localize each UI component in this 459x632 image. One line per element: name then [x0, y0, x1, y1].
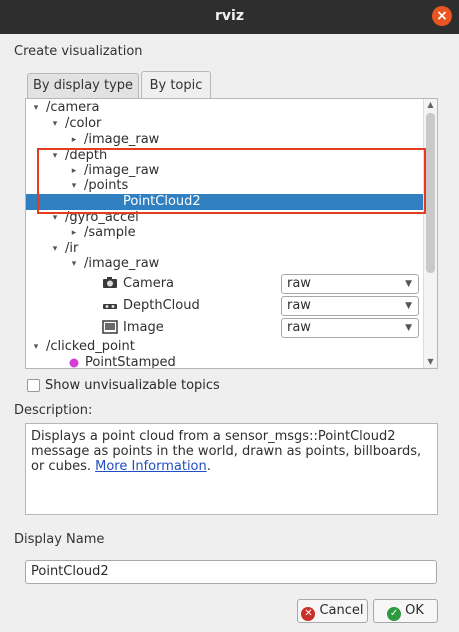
description-text: Displays a point cloud from a sensor_msg… [31, 429, 422, 474]
display-name-input[interactable]: PointCloud2 [25, 560, 437, 584]
tree-row-depth-image-raw[interactable]: ▸ /image_raw [26, 163, 423, 179]
cancel-label: Cancel [319, 603, 364, 618]
expand-arrow-icon[interactable]: ▾ [50, 241, 60, 257]
window-title: rviz [215, 8, 244, 24]
tree-row-label: PointCloud2 [123, 194, 201, 209]
collapsed-arrow-icon[interactable]: ▸ [69, 163, 79, 179]
tree-row-label: Image [123, 320, 164, 335]
ok-button[interactable]: ✓ OK [373, 599, 438, 623]
title-bar[interactable]: rviz × [0, 0, 459, 34]
image-icon [102, 320, 118, 334]
chevron-down-icon: ▼ [405, 323, 412, 333]
tree-row-label: /points [84, 178, 129, 193]
cancel-button[interactable]: ✕ Cancel [297, 599, 368, 623]
tree-row-color-image-raw[interactable]: ▸ /image_raw [26, 132, 423, 148]
description-box: Displays a point cloud from a sensor_msg… [25, 423, 438, 515]
tree-row-color[interactable]: ▾ /color [26, 116, 423, 132]
tree-scrollbar[interactable]: ▲ ▼ [423, 99, 437, 368]
close-icon[interactable]: × [432, 6, 452, 26]
expand-arrow-icon[interactable]: ▾ [69, 178, 79, 194]
dialog-window: rviz × Create visualization By display t… [0, 0, 459, 632]
tree-row-ir-image-raw[interactable]: ▾ /image_raw [26, 256, 423, 272]
tree-row-image-display[interactable]: Image raw ▼ [26, 318, 423, 338]
tree-row-label: /color [65, 116, 102, 131]
description-label: Description: [14, 403, 93, 418]
link-more[interactable]: More [95, 459, 127, 474]
tree-row-label: /ir [65, 241, 79, 256]
tab-by-topic[interactable]: By topic [141, 71, 211, 99]
tree-row-label: /image_raw [84, 256, 160, 271]
tree-row-ir[interactable]: ▾ /ir [26, 241, 423, 257]
display-name-label: Display Name [14, 532, 105, 547]
tree-row-clicked-point[interactable]: ▾ /clicked_point [26, 339, 423, 355]
image-transport-select[interactable]: raw ▼ [281, 318, 419, 338]
more-information-link[interactable]: More Information [95, 459, 207, 474]
tree-row-label: /image_raw [84, 163, 160, 178]
tree-row-label: /clicked_point [46, 339, 135, 354]
tree-row-label: Camera [123, 276, 175, 291]
tree-row-camera-display[interactable]: Camera raw ▼ [26, 274, 423, 294]
create-visualization-label: Create visualization [14, 44, 143, 59]
scroll-down-icon[interactable]: ▼ [424, 356, 437, 368]
topic-tree[interactable]: ▾ /camera ▾ /color ▸ /image_raw ▾ /depth… [25, 98, 438, 369]
expand-arrow-icon[interactable]: ▾ [50, 148, 60, 164]
select-value: raw [287, 298, 311, 313]
link-information[interactable]: Information [132, 459, 207, 474]
ok-label: OK [405, 603, 424, 618]
tree-row-sample[interactable]: ▸ /sample [26, 225, 423, 241]
depthcloud-icon [103, 304, 117, 309]
scroll-up-icon[interactable]: ▲ [424, 99, 437, 111]
cancel-icon: ✕ [301, 607, 316, 621]
select-value: raw [287, 276, 311, 291]
tree-row-label: /depth [65, 148, 108, 163]
camera-icon [103, 277, 117, 288]
description-suffix: . [206, 459, 211, 474]
tree-row-label: /image_raw [84, 132, 160, 147]
point-stamped-icon [69, 358, 79, 368]
tab-by-display-type[interactable]: By display type [27, 73, 139, 99]
tree-row-label: /camera [46, 100, 100, 115]
tree-row-pointcloud2[interactable]: PointCloud2 [26, 194, 423, 210]
tree-row-label: PointStamped [85, 355, 176, 369]
tree-row-label: /gyro_accel [65, 210, 139, 225]
expand-arrow-icon[interactable]: ▾ [31, 100, 41, 116]
camera-transport-select[interactable]: raw ▼ [281, 274, 419, 294]
collapsed-arrow-icon[interactable]: ▸ [69, 132, 79, 148]
depthcloud-transport-select[interactable]: raw ▼ [281, 296, 419, 316]
expand-arrow-icon[interactable]: ▾ [69, 256, 79, 272]
tree-row-camera[interactable]: ▾ /camera [26, 100, 423, 116]
tree-row-pointstamped[interactable]: PointStamped [26, 355, 423, 369]
scrollbar-thumb[interactable] [426, 113, 435, 273]
tree-row-gyro-accel[interactable]: ▾ /gyro_accel [26, 210, 423, 226]
expand-arrow-icon[interactable]: ▾ [50, 210, 60, 226]
show-unvisualizable-label: Show unvisualizable topics [45, 378, 220, 393]
tree-row-label: /sample [84, 225, 136, 240]
select-value: raw [287, 320, 311, 335]
checkmark-icon: ✓ [387, 607, 402, 621]
collapsed-arrow-icon[interactable]: ▸ [69, 225, 79, 241]
chevron-down-icon: ▼ [405, 301, 412, 311]
chevron-down-icon: ▼ [405, 279, 412, 289]
expand-arrow-icon[interactable]: ▾ [50, 116, 60, 132]
show-unvisualizable-checkbox[interactable] [27, 379, 40, 392]
tree-row-depth[interactable]: ▾ /depth [26, 148, 423, 164]
tree-row-points[interactable]: ▾ /points [26, 178, 423, 194]
tree-row-depthcloud-display[interactable]: DepthCloud raw ▼ [26, 296, 423, 316]
expand-arrow-icon[interactable]: ▾ [31, 339, 41, 355]
tree-row-label: DepthCloud [123, 298, 200, 313]
